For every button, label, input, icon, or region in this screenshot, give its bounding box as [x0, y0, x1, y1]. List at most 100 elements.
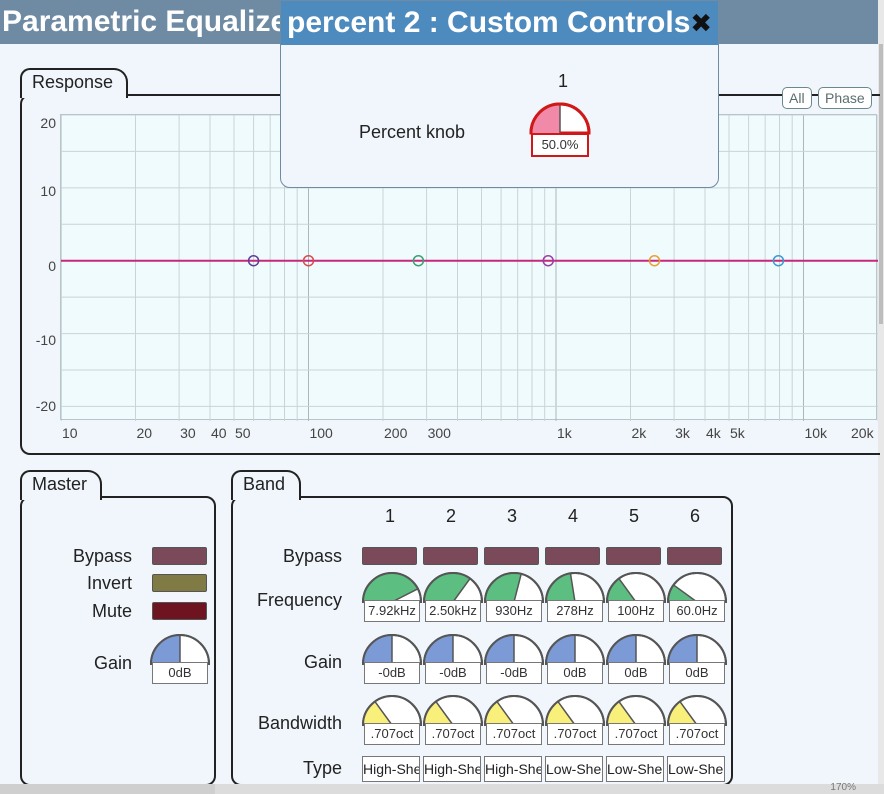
band-bypass-label: Bypass [282, 546, 342, 566]
x-tick-label: 200 [384, 425, 408, 441]
band-type-label: Type [302, 758, 342, 778]
knob-value[interactable]: 930Hz [486, 600, 542, 622]
band-gain-knob[interactable]: 0dB [667, 632, 727, 687]
band-bypass-toggle[interactable] [484, 547, 539, 565]
response-tab: Response [20, 68, 128, 98]
master-gain-label: Gain [93, 653, 132, 673]
y-tick-label: 0 [48, 258, 56, 274]
x-tick-label: 2k [631, 425, 647, 441]
knob-value[interactable]: 2.50kHz [425, 600, 481, 622]
knob-value[interactable]: .707oct [608, 723, 664, 745]
band-bandwidth-knob[interactable]: .707oct [362, 693, 422, 748]
dialog-title: percent 2 : Custom Controls [287, 6, 691, 39]
band-gain-knob[interactable]: -0dB [484, 632, 544, 687]
band-type-field[interactable]: High-Shelf [484, 756, 542, 782]
knob-value[interactable]: 0dB [608, 662, 664, 684]
band-column-number: 5 [628, 506, 639, 526]
x-tick-label: 20 [136, 425, 153, 441]
master-mute-label: Mute [91, 601, 132, 621]
knob-value[interactable]: -0dB [425, 662, 481, 684]
y-tick-label: -20 [35, 398, 56, 414]
percent-knob-label: Percent knob [359, 122, 466, 142]
custom-controls-dialog: percent 2 : Custom Controls ✖ 1 Percent … [280, 0, 719, 188]
y-tick-label: -10 [35, 332, 56, 348]
zoom-level: 170% [830, 782, 856, 793]
band-bandwidth-knob[interactable]: .707oct [545, 693, 605, 748]
y-tick-label: 20 [40, 115, 56, 131]
master-invert-toggle[interactable] [152, 574, 207, 592]
band-gain-knob[interactable]: -0dB [423, 632, 483, 687]
knob-value[interactable]: 278Hz [547, 600, 603, 622]
band-bypass-toggle[interactable] [362, 547, 417, 565]
master-invert-label: Invert [86, 573, 132, 593]
band-bandwidth-knob[interactable]: .707oct [484, 693, 544, 748]
knob-value[interactable]: 60.0Hz [669, 600, 725, 622]
x-tick-label: 4k [706, 425, 721, 441]
band-gain-knob[interactable]: -0dB [362, 632, 422, 687]
band-type-field[interactable]: Low-Shelf [667, 756, 725, 782]
band-frequency-knob[interactable]: 60.0Hz [667, 570, 727, 625]
band-column-number: 6 [689, 506, 700, 526]
phase-button[interactable]: Phase [818, 87, 872, 109]
master-bypass-toggle[interactable] [152, 547, 207, 565]
knob-value[interactable]: .707oct [547, 723, 603, 745]
band-frequency-knob[interactable]: 2.50kHz [423, 570, 483, 625]
percent-knob-value[interactable]: 50.0% [531, 133, 589, 157]
horizontal-scrollbar[interactable] [0, 784, 215, 794]
x-tick-label: 40 [211, 425, 227, 441]
band-gain-knob[interactable]: 0dB [545, 632, 605, 687]
band-type-field[interactable]: High-Shelf [423, 756, 481, 782]
band-frequency-knob[interactable]: 7.92kHz [362, 570, 422, 625]
x-tick-label: 3k [675, 425, 690, 441]
percent-knob[interactable]: 50.0% [529, 101, 591, 159]
knob-value[interactable]: -0dB [486, 662, 542, 684]
knob-value[interactable]: 100Hz [608, 600, 664, 622]
band-bandwidth-knob[interactable]: .707oct [667, 693, 727, 748]
band-bypass-toggle[interactable] [545, 547, 600, 565]
knob-value[interactable]: .707oct [486, 723, 542, 745]
close-icon[interactable]: ✖ [690, 1, 712, 45]
band-bypass-toggle[interactable] [423, 547, 478, 565]
master-bypass-label: Bypass [72, 546, 132, 566]
knob-value[interactable]: .707oct [425, 723, 481, 745]
dialog-title-bar: percent 2 : Custom Controls ✖ [281, 1, 718, 45]
knob-value[interactable]: .707oct [669, 723, 725, 745]
master-tab-label: Master [32, 474, 88, 494]
band-column-number: 4 [567, 506, 578, 526]
y-tick-label: 10 [40, 183, 56, 199]
knob-value[interactable]: 0dB [152, 662, 208, 684]
x-tick-label: 1k [556, 425, 572, 441]
band-type-field[interactable]: High-Shelf [362, 756, 420, 782]
knob-value[interactable]: 0dB [669, 662, 725, 684]
master-mute-toggle[interactable] [152, 602, 207, 620]
all-button[interactable]: All [782, 87, 812, 109]
band-frequency-knob[interactable]: 930Hz [484, 570, 544, 625]
x-tick-label: 100 [309, 425, 333, 441]
status-strip: 170% [0, 782, 884, 794]
knob-value[interactable]: -0dB [364, 662, 420, 684]
knob-value[interactable]: .707oct [364, 723, 420, 745]
knob-value[interactable]: 7.92kHz [364, 600, 420, 622]
band-column-number: 2 [445, 506, 456, 526]
column-number: 1 [557, 71, 568, 91]
band-column-number: 1 [384, 506, 395, 526]
x-tick-label: 5k [729, 425, 745, 441]
band-type-field[interactable]: Low-Shelf [545, 756, 603, 782]
knob-value[interactable]: 0dB [547, 662, 603, 684]
response-tab-label: Response [32, 72, 114, 92]
x-tick-label: 30 [180, 425, 196, 441]
band-frequency-knob[interactable]: 100Hz [606, 570, 666, 625]
band-type-field[interactable]: Low-Shelf [606, 756, 664, 782]
x-tick-label: 10 [62, 425, 78, 441]
band-column-number: 3 [506, 506, 517, 526]
band-gain-knob[interactable]: 0dB [606, 632, 666, 687]
band-frequency-knob[interactable]: 278Hz [545, 570, 605, 625]
master-tab: Master [20, 470, 102, 500]
band-bypass-toggle[interactable] [667, 547, 722, 565]
band-bypass-toggle[interactable] [606, 547, 661, 565]
band-gain-label: Gain [303, 652, 342, 672]
master-gain-knob[interactable]: 0dB [150, 632, 210, 687]
band-bandwidth-knob[interactable]: .707oct [606, 693, 666, 748]
band-bandwidth-label: Bandwidth [257, 713, 342, 733]
band-bandwidth-knob[interactable]: .707oct [423, 693, 483, 748]
